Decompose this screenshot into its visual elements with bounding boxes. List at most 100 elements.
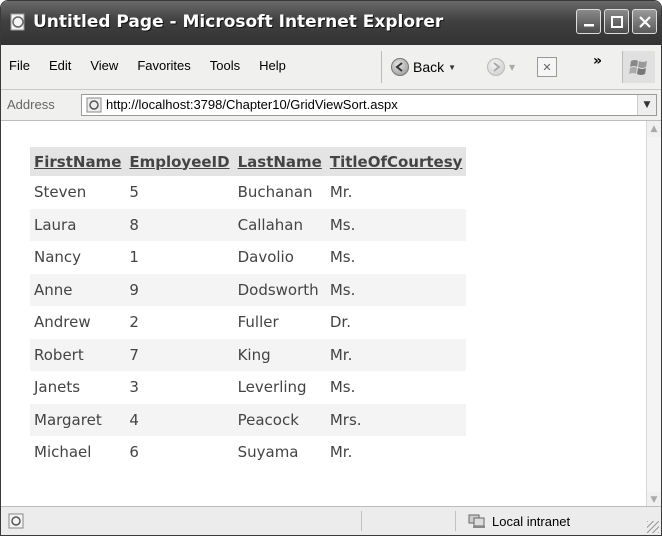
page-status-icon — [8, 513, 24, 529]
cell-lastname: Leverling — [237, 378, 307, 397]
menu-file[interactable]: File — [9, 58, 30, 73]
maximize-icon — [610, 15, 623, 28]
back-label: Back — [413, 59, 445, 75]
sort-link-titleofcourtesy[interactable]: TitleOfCourtesy — [330, 153, 463, 171]
forward-button[interactable]: ▼ — [487, 58, 515, 76]
menu-view[interactable]: View — [90, 58, 118, 73]
cell-firstname: Steven — [34, 183, 87, 202]
local-intranet-icon — [468, 514, 485, 528]
cell-titleofcourtesy: Ms. — [329, 248, 356, 267]
cell-firstname: Margaret — [30, 403, 126, 436]
menu-tools[interactable]: Tools — [210, 58, 240, 73]
cell-lastname: Fuller — [237, 313, 279, 332]
address-dropdown-icon[interactable]: ▼ — [637, 95, 656, 115]
page-icon — [86, 97, 102, 113]
cell-lastname: Callahan — [233, 208, 326, 241]
cell-firstname: Andrew — [34, 313, 91, 332]
zone-label: Local intranet — [492, 513, 571, 529]
cell-lastname: Suyama — [237, 443, 299, 462]
column-header-firstname: FirstName — [30, 147, 126, 176]
cell-lastname: Buchanan — [237, 183, 313, 202]
cell-employeeid: 9 — [125, 273, 234, 306]
table-row: Nancy 1 Davolio Ms. — [30, 241, 466, 274]
sort-link-employeeid[interactable]: EmployeeID — [129, 153, 229, 171]
minimize-button[interactable] — [576, 9, 601, 34]
cell-lastname: King — [233, 338, 326, 371]
address-input[interactable]: http://localhost:3798/Chapter10/GridView… — [81, 94, 657, 116]
close-icon — [638, 15, 651, 28]
back-button[interactable]: Back ▼ — [391, 56, 456, 78]
menu-separator — [381, 51, 382, 83]
resize-grip[interactable] — [647, 521, 659, 533]
menu-favorites[interactable]: Favorites — [137, 58, 190, 73]
cell-employeeid: 8 — [125, 208, 234, 241]
window-title: Untitled Page - Microsoft Internet Explo… — [33, 12, 444, 32]
windows-flag-icon — [629, 60, 647, 75]
stop-icon: ✕ — [542, 60, 552, 74]
table-row: Laura 8 Callahan Ms. — [30, 208, 467, 241]
maximize-button[interactable] — [604, 9, 629, 34]
minimize-icon — [583, 23, 594, 26]
grid-body: Steven 5 Buchanan Mr. Laura 8 Callahan Ms. Nancy… — [30, 176, 467, 469]
address-bar: Address http://localhost:3798/Chapter10/… — [1, 90, 661, 121]
cell-firstname: Janets — [34, 378, 81, 397]
cell-titleofcourtesy: Ms. — [325, 273, 467, 306]
cell-titleofcourtesy: Mr. — [325, 338, 467, 371]
table-row: Anne 9 Dodsworth Ms. — [30, 273, 467, 306]
cell-employeeid: 3 — [129, 378, 139, 397]
table-row: Margaret 4 Peacock Mrs. — [30, 403, 467, 436]
windows-logo — [622, 51, 655, 83]
cell-titleofcourtesy: Mr. — [329, 443, 353, 462]
page-content: FirstName EmployeeID LastName TitleOfCourte… — [1, 121, 647, 508]
cell-employeeid: 7 — [125, 338, 234, 371]
column-header-employeeid: EmployeeID — [125, 147, 234, 176]
security-zone: Local intranet — [467, 513, 570, 529]
sort-link-firstname[interactable]: FirstName — [34, 153, 121, 171]
forward-dropdown-icon[interactable]: ▼ — [509, 63, 515, 72]
table-row: Michael 6 Suyama Mr. — [30, 436, 466, 469]
cell-titleofcourtesy: Dr. — [329, 313, 351, 332]
cell-lastname: Dodsworth — [233, 273, 326, 306]
scroll-up-icon[interactable]: ▲ — [647, 121, 661, 137]
address-url: http://localhost:3798/Chapter10/GridView… — [106, 97, 398, 112]
cell-titleofcourtesy: Ms. — [329, 378, 356, 397]
back-arrow-icon — [391, 58, 409, 76]
cell-employeeid: 5 — [129, 183, 139, 202]
title-bar[interactable]: Untitled Page - Microsoft Internet Explo… — [1, 1, 661, 45]
table-row: Andrew 2 Fuller Dr. — [30, 306, 466, 339]
menu-bar: File Edit View Favorites Tools Help Back… — [1, 45, 661, 90]
sort-link-lastname[interactable]: LastName — [238, 153, 322, 171]
cell-firstname: Robert — [30, 338, 126, 371]
cell-employeeid: 2 — [129, 313, 139, 332]
cell-employeeid: 6 — [129, 443, 139, 462]
menu-edit[interactable]: Edit — [49, 58, 71, 73]
status-divider — [455, 511, 456, 531]
browser-window: Untitled Page - Microsoft Internet Explo… — [0, 0, 662, 536]
address-label: Address — [7, 97, 55, 112]
cell-firstname: Laura — [30, 208, 126, 241]
forward-arrow-icon — [487, 58, 505, 76]
cell-employeeid: 1 — [129, 248, 139, 267]
status-bar: Local intranet — [1, 506, 661, 535]
menu-help[interactable]: Help — [259, 58, 286, 73]
cell-lastname: Peacock — [233, 403, 326, 436]
grid-header-row: FirstName EmployeeID LastName TitleOfCourte… — [30, 147, 467, 176]
table-row: Steven 5 Buchanan Mr. — [30, 176, 466, 209]
table-row: Janets 3 Leverling Ms. — [30, 371, 466, 404]
column-header-titleofcourtesy: TitleOfCourtesy — [325, 147, 467, 176]
stop-button[interactable]: ✕ — [537, 57, 557, 77]
cell-firstname: Anne — [30, 273, 126, 306]
cell-titleofcourtesy: Mrs. — [325, 403, 467, 436]
cell-firstname: Nancy — [34, 248, 82, 267]
cell-lastname: Davolio — [237, 248, 294, 267]
back-dropdown-icon[interactable]: ▼ — [448, 63, 456, 72]
ie-page-icon — [10, 13, 25, 31]
column-header-lastname: LastName — [233, 147, 326, 176]
cell-titleofcourtesy: Mr. — [329, 183, 353, 202]
vertical-scrollbar[interactable]: ▲ ▼ — [646, 121, 661, 508]
status-divider — [361, 511, 362, 531]
toolbar-more-chevron[interactable]: » — [593, 53, 602, 69]
employee-gridview: FirstName EmployeeID LastName TitleOfCourte… — [30, 147, 467, 469]
cell-employeeid: 4 — [125, 403, 234, 436]
close-button[interactable] — [632, 9, 657, 34]
